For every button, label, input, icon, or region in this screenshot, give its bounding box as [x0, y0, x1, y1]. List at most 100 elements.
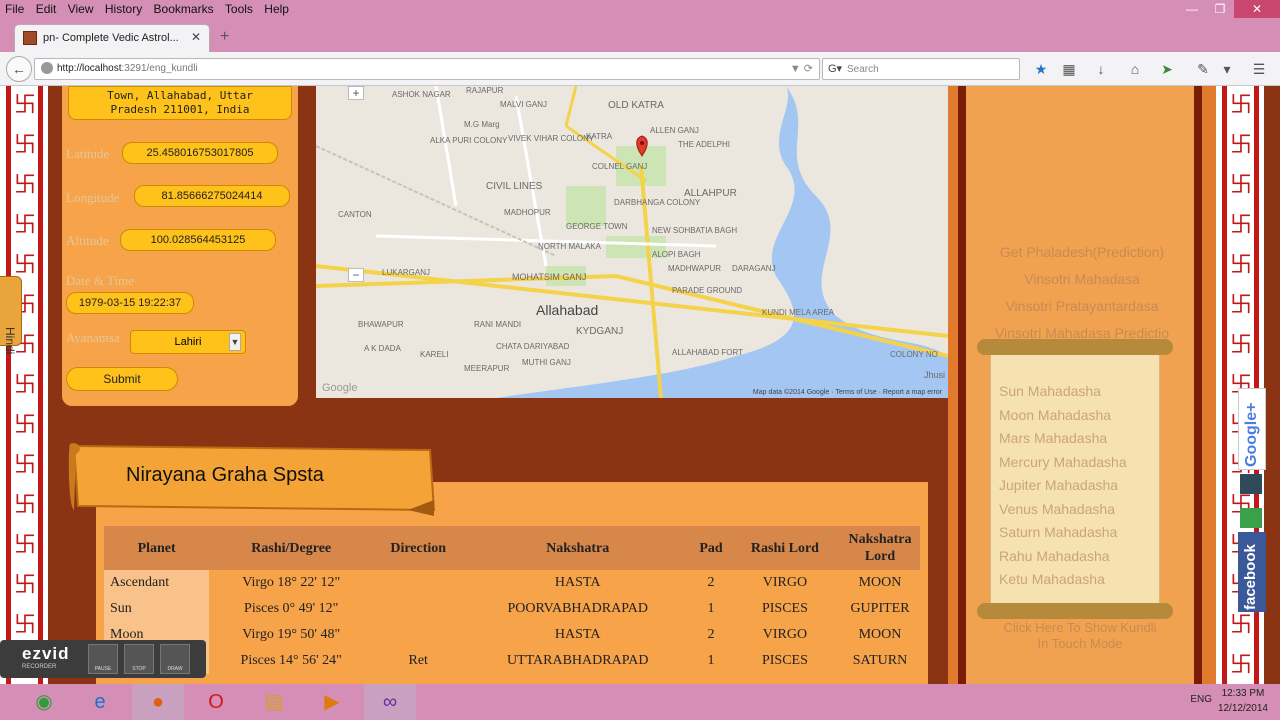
- scroll-item-sun[interactable]: Sun Mahadasha: [999, 383, 1101, 399]
- new-tab-icon[interactable]: +: [220, 28, 229, 46]
- menu-history[interactable]: History: [105, 0, 142, 18]
- menu-tools[interactable]: Tools: [225, 0, 253, 18]
- zoom-in-button[interactable]: +: [348, 86, 364, 100]
- google-plus-share[interactable]: Google+: [1238, 388, 1266, 470]
- datetime-field[interactable]: 1979-03-15 19:22:37: [66, 292, 194, 314]
- internet-explorer-icon[interactable]: e: [74, 684, 126, 720]
- input-language[interactable]: ENG: [1190, 694, 1212, 705]
- draw-button[interactable]: DRAW: [160, 644, 190, 674]
- search-engine-icon[interactable]: G▾: [828, 62, 842, 75]
- opera-icon[interactable]: O: [190, 684, 242, 720]
- col-header: Pad: [692, 526, 730, 570]
- menu-edit[interactable]: Edit: [36, 0, 57, 18]
- map-label: MADHOPUR: [504, 208, 551, 217]
- cell: MOON: [858, 627, 902, 642]
- map-label: ALKA PURI COLONY: [430, 136, 508, 145]
- scroll-item-venus[interactable]: Venus Mahadasha: [999, 501, 1115, 517]
- mahadasa-link[interactable]: Vinsotri Mahadasa: [948, 271, 1216, 287]
- map-label: DARAGANJ: [732, 264, 776, 273]
- bookmark-star-icon[interactable]: ★: [1032, 60, 1050, 78]
- cell: POORVABHADRAPAD: [507, 601, 648, 616]
- address-field[interactable]: Town, Allahabad, Uttar Pradesh 211001, I…: [68, 86, 292, 120]
- google-map-logo: Google: [322, 382, 358, 394]
- url-text: http://localhost:3291/eng_kundli: [57, 63, 198, 74]
- media-player-icon[interactable]: ▶: [306, 684, 358, 720]
- chrome-icon[interactable]: ◉: [18, 684, 70, 720]
- reload-icon[interactable]: ▼ ⟳: [790, 62, 813, 75]
- cell: Ret: [408, 653, 428, 668]
- map-label: COLONY NO: [890, 350, 938, 359]
- col-header: Nakshatra: [463, 526, 693, 570]
- map-label: MEERAPUR: [464, 364, 510, 373]
- report-map-error-link[interactable]: Report a map error: [883, 389, 942, 396]
- cell: Sun: [104, 596, 210, 622]
- map-label: A K DADA: [364, 344, 401, 353]
- visual-studio-icon[interactable]: ∞: [364, 684, 416, 720]
- download-icon[interactable]: ↓: [1092, 60, 1110, 78]
- submit-button[interactable]: Submit: [66, 367, 178, 391]
- menu-file[interactable]: File: [5, 0, 24, 18]
- system-clock[interactable]: 12:33 PM 12/12/2014: [1218, 686, 1268, 716]
- scroll-item-saturn[interactable]: Saturn Mahadasha: [999, 524, 1117, 540]
- touch-mode-link[interactable]: Click Here To Show Kundli In Touch Mode: [975, 620, 1185, 652]
- zoom-out-button[interactable]: −: [348, 268, 364, 282]
- col-header: Nakshatra Lord: [840, 526, 920, 570]
- tab-close-icon[interactable]: ✕: [191, 30, 201, 44]
- hindi-language-tab[interactable]: Hindi: [0, 276, 22, 354]
- minimize-icon[interactable]: —: [1178, 0, 1206, 18]
- tools-icon[interactable]: ✎: [1194, 60, 1212, 78]
- hamburger-menu-icon[interactable]: ☰: [1250, 60, 1268, 78]
- menu-bookmarks[interactable]: Bookmarks: [154, 0, 214, 18]
- facebook-share[interactable]: facebook: [1238, 532, 1266, 612]
- map-label: KYDGANJ: [576, 326, 624, 337]
- file-explorer-icon[interactable]: ▤: [248, 684, 300, 720]
- close-window-icon[interactable]: ✕: [1234, 0, 1280, 18]
- page-content: 卐卐卐卐卐卐卐卐卐卐卐卐卐卐卐 卐卐卐卐卐卐卐卐卐卐卐卐卐卐卐 Town, Al…: [0, 86, 1280, 684]
- menu-help[interactable]: Help: [264, 0, 289, 18]
- terms-link[interactable]: Terms of Use: [835, 389, 876, 396]
- scroll-item-mercury[interactable]: Mercury Mahadasha: [999, 454, 1127, 470]
- stop-label: STOP: [132, 666, 146, 672]
- share-left-icon[interactable]: [1240, 474, 1262, 494]
- ayanamsa-label: Ayanamsa: [66, 330, 120, 345]
- pause-label: PAUSE: [94, 666, 112, 672]
- scroll-item-ketu[interactable]: Ketu Mahadasha: [999, 571, 1105, 587]
- phaladesh-link[interactable]: Get Phaladesh(Prediction): [948, 244, 1216, 260]
- menu-view[interactable]: View: [68, 0, 94, 18]
- latitude-field[interactable]: 25.458016753017805: [122, 142, 278, 164]
- pause-button[interactable]: PAUSE: [88, 644, 118, 674]
- search-bar[interactable]: G▾ Search: [822, 58, 1020, 80]
- search-input[interactable]: Search: [847, 64, 879, 75]
- scroll-item-rahu[interactable]: Rahu Mahadasha: [999, 548, 1110, 564]
- location-map[interactable]: ASHOK NAGAR RAJAPUR MALVI GANJ OLD KATRA…: [316, 86, 948, 398]
- tools-dropdown-icon[interactable]: ▾: [1218, 60, 1236, 78]
- scroll-item-jupiter[interactable]: Jupiter Mahadasha: [999, 477, 1118, 493]
- ayanamsa-select[interactable]: Lahiri ▼: [130, 330, 246, 354]
- url-bar[interactable]: http://localhost:3291/eng_kundli ▼ ⟳: [34, 58, 820, 80]
- browser-tab[interactable]: pn- Complete Vedic Astrol... ✕: [14, 24, 210, 52]
- bookmarks-list-icon[interactable]: ▦: [1060, 60, 1078, 78]
- back-button-icon[interactable]: ←: [6, 56, 32, 82]
- scroll-bottom-rod: [977, 603, 1173, 619]
- map-footer: Map data ©2014 Google · Terms of Use · R…: [752, 389, 942, 396]
- pratayantardasa-link[interactable]: Vinsotri Pratayantardasa: [948, 298, 1216, 314]
- addon-icon[interactable]: ➤: [1158, 60, 1176, 78]
- firefox-icon[interactable]: ●: [132, 684, 184, 720]
- cell: Pisces 14° 56' 24": [240, 653, 342, 668]
- hindi-tab-label: Hindi: [3, 327, 17, 355]
- longitude-field[interactable]: 81.85666275024414: [134, 185, 290, 207]
- scroll-item-moon[interactable]: Moon Mahadasha: [999, 407, 1111, 423]
- chevron-down-icon[interactable]: ▼: [229, 333, 241, 351]
- map-label: DARBHANGA COLONY: [614, 198, 701, 207]
- altitude-field[interactable]: 100.028564453125: [120, 229, 276, 251]
- col-header: Rashi/Degree: [209, 526, 374, 570]
- latitude-label: Latitude: [66, 146, 110, 161]
- stop-button[interactable]: STOP: [124, 644, 154, 674]
- site-info-icon[interactable]: [41, 62, 53, 74]
- restore-icon[interactable]: ❐: [1206, 0, 1234, 18]
- scroll-item-mars[interactable]: Mars Mahadasha: [999, 430, 1107, 446]
- home-icon[interactable]: ⌂: [1126, 60, 1144, 78]
- cell: PISCES: [761, 653, 808, 668]
- share-right-icon[interactable]: [1240, 508, 1262, 528]
- cell: MOON: [858, 575, 902, 590]
